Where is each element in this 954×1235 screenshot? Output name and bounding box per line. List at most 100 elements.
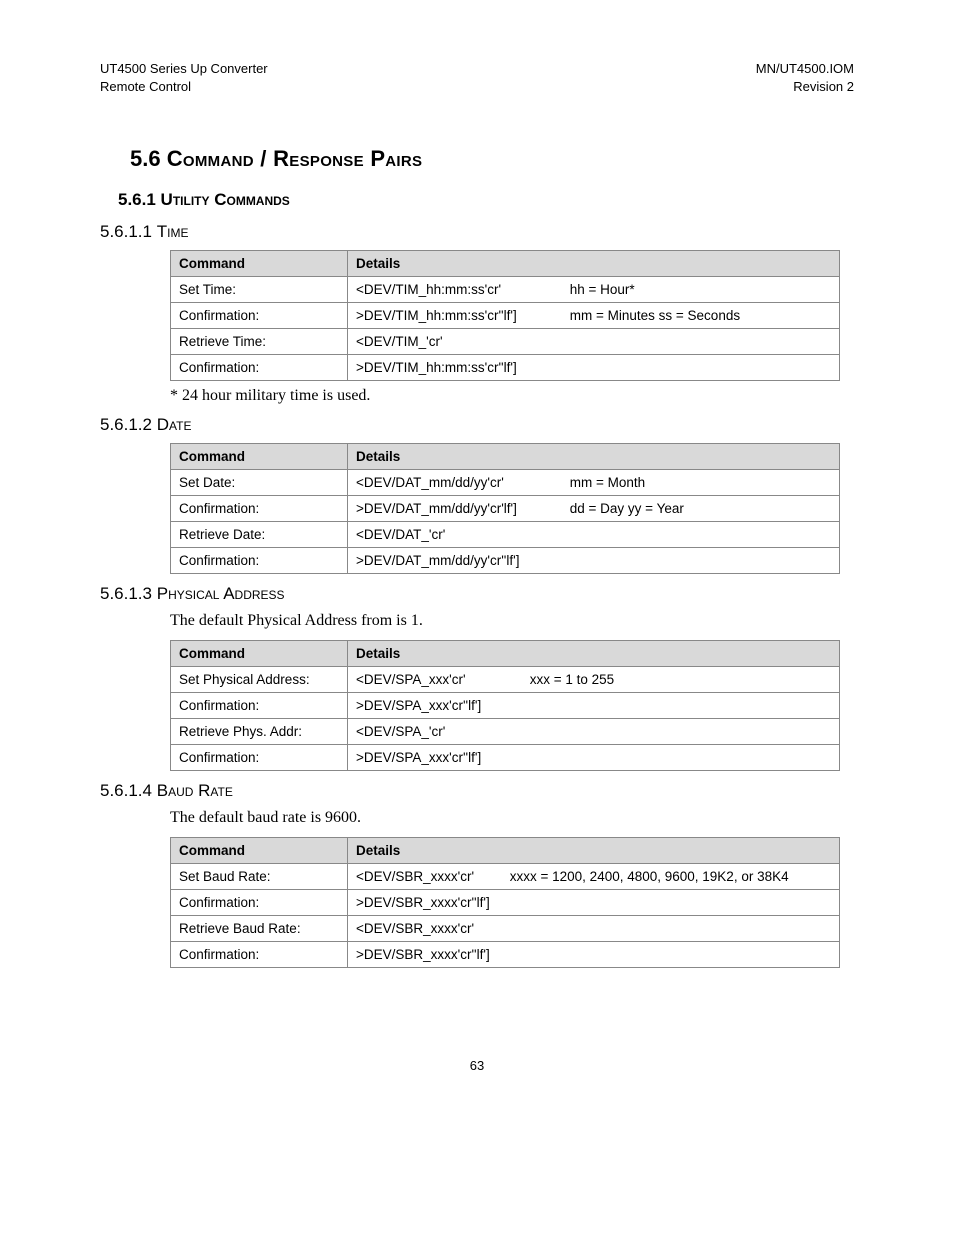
- syntax: <DEV/SPA_xxx'cr': [356, 672, 496, 687]
- table-row: Set Time: <DEV/TIM_hh:mm:ss'cr' hh = Hou…: [171, 277, 840, 303]
- cmd-cell: Confirmation:: [171, 355, 348, 381]
- cmd-cell: Confirmation:: [171, 942, 348, 968]
- detail-cell: >DEV/SBR_xxxx'cr''lf']: [348, 890, 840, 916]
- cmd-cell: Confirmation:: [171, 303, 348, 329]
- cmd-cell: Confirmation:: [171, 548, 348, 574]
- th-details: Details: [348, 641, 840, 667]
- legend: mm = Month: [570, 475, 645, 490]
- table-header-row: Command Details: [171, 838, 840, 864]
- table-row: Confirmation: >DEV/DAT_mm/dd/yy'cr''lf']: [171, 548, 840, 574]
- th-details: Details: [348, 838, 840, 864]
- date-heading: 5.6.1.2 Date: [100, 415, 854, 435]
- physaddr-table: Command Details Set Physical Address: <D…: [170, 640, 840, 771]
- detail-cell: <DEV/DAT_'cr': [348, 522, 840, 548]
- table-row: Confirmation: >DEV/SBR_xxxx'cr''lf']: [171, 942, 840, 968]
- detail-cell: >DEV/SPA_xxx'cr''lf']: [348, 745, 840, 771]
- cmd-cell: Confirmation:: [171, 496, 348, 522]
- legend: xxx = 1 to 255: [530, 672, 614, 687]
- detail-cell: <DEV/TIM_hh:mm:ss'cr' hh = Hour*: [348, 277, 840, 303]
- cmd-cell: Set Date:: [171, 470, 348, 496]
- cmd-cell: Set Baud Rate:: [171, 864, 348, 890]
- physaddr-number: 5.6.1.3: [100, 584, 152, 603]
- legend: mm = Minutes ss = Seconds: [570, 308, 740, 323]
- cmd-cell: Confirmation:: [171, 693, 348, 719]
- detail-cell: >DEV/TIM_hh:mm:ss'cr''lf']: [348, 355, 840, 381]
- table-row: Confirmation: >DEV/TIM_hh:mm:ss'cr''lf']…: [171, 303, 840, 329]
- cmd-cell: Confirmation:: [171, 890, 348, 916]
- doc-title-1: UT4500 Series Up Converter: [100, 60, 268, 78]
- legend: xxxx = 1200, 2400, 4800, 9600, 19K2, or …: [510, 869, 789, 884]
- date-table: Command Details Set Date: <DEV/DAT_mm/dd…: [170, 443, 840, 574]
- subsection-title: Utility Commands: [161, 190, 290, 209]
- page-header: UT4500 Series Up Converter Remote Contro…: [100, 60, 854, 96]
- detail-cell: <DEV/SPA_'cr': [348, 719, 840, 745]
- date-title: Date: [157, 415, 192, 434]
- baud-number: 5.6.1.4: [100, 781, 152, 800]
- baud-title: Baud Rate: [157, 781, 233, 800]
- table-row: Retrieve Time: <DEV/TIM_'cr': [171, 329, 840, 355]
- baud-table: Command Details Set Baud Rate: <DEV/SBR_…: [170, 837, 840, 968]
- detail-cell: >DEV/DAT_mm/dd/yy'cr''lf']: [348, 548, 840, 574]
- table-row: Retrieve Date: <DEV/DAT_'cr': [171, 522, 840, 548]
- time-heading: 5.6.1.1 Time: [100, 222, 854, 242]
- syntax: >DEV/DAT_mm/dd/yy'cr'lf']: [356, 501, 536, 516]
- date-number: 5.6.1.2: [100, 415, 152, 434]
- page-number: 63: [100, 1058, 854, 1073]
- table-header-row: Command Details: [171, 444, 840, 470]
- doc-revision: Revision 2: [756, 78, 854, 96]
- table-row: Set Physical Address: <DEV/SPA_xxx'cr' x…: [171, 667, 840, 693]
- cmd-cell: Retrieve Phys. Addr:: [171, 719, 348, 745]
- detail-cell: >DEV/SBR_xxxx'cr''lf']: [348, 942, 840, 968]
- subsection-number: 5.6.1: [118, 190, 156, 209]
- cmd-cell: Confirmation:: [171, 745, 348, 771]
- baud-intro: The default baud rate is 9600.: [170, 809, 854, 827]
- table-row: Retrieve Phys. Addr: <DEV/SPA_'cr': [171, 719, 840, 745]
- table-header-row: Command Details: [171, 641, 840, 667]
- cmd-cell: Retrieve Time:: [171, 329, 348, 355]
- th-details: Details: [348, 444, 840, 470]
- physaddr-title: Physical Address: [157, 584, 285, 603]
- time-table: Command Details Set Time: <DEV/TIM_hh:mm…: [170, 250, 840, 381]
- syntax: >DEV/TIM_hh:mm:ss'cr''lf']: [356, 308, 536, 323]
- table-row: Confirmation: >DEV/SBR_xxxx'cr''lf']: [171, 890, 840, 916]
- detail-cell: <DEV/TIM_'cr': [348, 329, 840, 355]
- th-command: Command: [171, 838, 348, 864]
- physaddr-intro: The default Physical Address from is 1.: [170, 612, 854, 630]
- time-footnote: * 24 hour military time is used.: [170, 387, 854, 405]
- detail-cell: <DEV/SPA_xxx'cr' xxx = 1 to 255: [348, 667, 840, 693]
- header-left: UT4500 Series Up Converter Remote Contro…: [100, 60, 268, 96]
- legend: dd = Day yy = Year: [570, 501, 684, 516]
- section-heading: 5.6 Command / Response Pairs: [130, 146, 854, 172]
- cmd-cell: Retrieve Date:: [171, 522, 348, 548]
- table-row: Confirmation: >DEV/SPA_xxx'cr''lf']: [171, 693, 840, 719]
- th-command: Command: [171, 444, 348, 470]
- table-row: Set Baud Rate: <DEV/SBR_xxxx'cr' xxxx = …: [171, 864, 840, 890]
- th-command: Command: [171, 641, 348, 667]
- cmd-cell: Set Time:: [171, 277, 348, 303]
- detail-cell: <DEV/DAT_mm/dd/yy'cr' mm = Month: [348, 470, 840, 496]
- section-title: Command / Response Pairs: [167, 146, 423, 171]
- table-row: Confirmation: >DEV/SPA_xxx'cr''lf']: [171, 745, 840, 771]
- time-title: Time: [157, 222, 189, 241]
- detail-cell: >DEV/DAT_mm/dd/yy'cr'lf'] dd = Day yy = …: [348, 496, 840, 522]
- cmd-cell: Set Physical Address:: [171, 667, 348, 693]
- detail-cell: <DEV/SBR_xxxx'cr' xxxx = 1200, 2400, 480…: [348, 864, 840, 890]
- detail-cell: >DEV/SPA_xxx'cr''lf']: [348, 693, 840, 719]
- doc-code: MN/UT4500.IOM: [756, 60, 854, 78]
- header-right: MN/UT4500.IOM Revision 2: [756, 60, 854, 96]
- table-header-row: Command Details: [171, 251, 840, 277]
- table-row: Set Date: <DEV/DAT_mm/dd/yy'cr' mm = Mon…: [171, 470, 840, 496]
- time-number: 5.6.1.1: [100, 222, 152, 241]
- doc-title-2: Remote Control: [100, 78, 268, 96]
- syntax: <DEV/TIM_hh:mm:ss'cr': [356, 282, 536, 297]
- th-details: Details: [348, 251, 840, 277]
- detail-cell: <DEV/SBR_xxxx'cr': [348, 916, 840, 942]
- baud-heading: 5.6.1.4 Baud Rate: [100, 781, 854, 801]
- table-row: Retrieve Baud Rate: <DEV/SBR_xxxx'cr': [171, 916, 840, 942]
- detail-cell: >DEV/TIM_hh:mm:ss'cr''lf'] mm = Minutes …: [348, 303, 840, 329]
- syntax: <DEV/DAT_mm/dd/yy'cr': [356, 475, 536, 490]
- table-row: Confirmation: >DEV/DAT_mm/dd/yy'cr'lf'] …: [171, 496, 840, 522]
- syntax: <DEV/SBR_xxxx'cr': [356, 869, 496, 884]
- legend: hh = Hour*: [570, 282, 635, 297]
- section-number: 5.6: [130, 146, 161, 171]
